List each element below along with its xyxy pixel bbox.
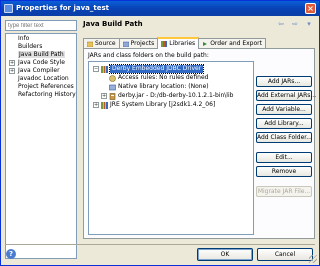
add-class-folder-button[interactable]: Add Class Folder... [256, 132, 312, 143]
add-jars-button[interactable]: Add JARs... [256, 76, 312, 87]
nav-item-label: Java Code Style [18, 59, 65, 66]
nav-item-label: Java Build Path [18, 51, 65, 58]
expand-icon[interactable]: + [101, 93, 107, 99]
ok-button[interactable]: OK [197, 248, 253, 261]
expand-icon[interactable]: + [9, 68, 15, 74]
nav-item-label: Javadoc Location [18, 75, 69, 82]
page-title: Java Build Path [83, 20, 143, 28]
source-folder-icon [87, 41, 93, 47]
nav-item-info[interactable]: Info [6, 35, 76, 43]
nav-item-java-code-style[interactable]: + Java Code Style [6, 59, 76, 67]
cancel-button[interactable]: Cancel [257, 248, 313, 261]
libraries-panel: JARs and class folders on the build path… [83, 48, 316, 239]
nav-item-refactoring-history[interactable]: Refactoring History [6, 91, 76, 99]
library-label: JRE System Library [j2sdk1.4.2_06] [110, 101, 216, 108]
access-rules-icon [109, 74, 116, 82]
remove-button[interactable]: Remove [256, 166, 312, 177]
add-variable-button[interactable]: Add Variable... [256, 104, 312, 115]
jar-icon [109, 92, 116, 100]
order-export-icon [203, 42, 208, 46]
library-icon [101, 101, 108, 109]
window-title: Properties for java_test [16, 4, 109, 12]
add-external-jars-button[interactable]: Add External JARs... [256, 90, 316, 101]
nav-item-java-build-path[interactable]: Java Build Path [6, 51, 76, 59]
dropdown-icon[interactable]: ▾ [303, 20, 315, 29]
expand-icon[interactable]: + [9, 60, 15, 66]
dialog-client-area: Info Builders Java Build Path +Java Code… [1, 16, 319, 265]
eclipse-app-icon [4, 4, 13, 13]
collapse-icon[interactable]: − [93, 66, 99, 72]
add-library-button[interactable]: Add Library... [256, 118, 312, 129]
footer-separator [5, 244, 315, 245]
nav-item-label: Refactoring History [18, 91, 76, 98]
nav-item-label: Info [18, 35, 30, 42]
tab-label: Libraries [169, 40, 196, 47]
nav-item-builders[interactable]: Builders [6, 43, 76, 51]
resize-grip[interactable] [309, 255, 317, 263]
history-buttons: ⇦ ⇨ ▾ [275, 20, 315, 30]
library-label: Derby Embedded JDBC Driver [108, 64, 205, 74]
title-bar[interactable]: Properties for java_test × [1, 1, 319, 16]
edit-button[interactable]: Edit... [256, 152, 312, 163]
nav-item-label: Project References [18, 83, 74, 90]
access-rules-node[interactable]: Access rules: No rules defined [109, 74, 208, 82]
properties-dialog: Properties for java_test × Info Builders… [0, 0, 320, 266]
library-icon [101, 65, 108, 73]
derby-jar-node[interactable]: + derby.jar - D:/db-derby-10.1.2.1-bin\l… [101, 92, 233, 100]
nav-item-label: Java Compiler [18, 67, 60, 74]
tab-libraries[interactable]: Libraries [157, 37, 200, 49]
nav-item-java-compiler[interactable]: + Java Compiler [6, 67, 76, 75]
jar-label: derby.jar - D:/db-derby-10.1.2.1-bin\lib [118, 92, 234, 99]
library-node-derby[interactable]: − Derby Embedded JDBC Driver [93, 64, 205, 74]
page-header: Java Build Path ⇦ ⇨ ▾ [83, 20, 315, 32]
access-rules-label: Access rules: No rules defined [118, 74, 209, 81]
expand-icon[interactable]: + [93, 102, 99, 108]
migrate-jar-button[interactable]: Migrate JAR File... [256, 186, 312, 197]
forward-arrow-icon[interactable]: ⇨ [289, 20, 301, 29]
native-library-label: Native library location: (None) [118, 83, 209, 90]
library-node-jre[interactable]: + JRE System Library [j2sdk1.4.2_06] [93, 101, 215, 109]
nav-item-label: Builders [18, 43, 43, 50]
filter-input[interactable] [5, 20, 77, 31]
property-page-tree: Info Builders Java Build Path + Java Code… [5, 33, 77, 259]
library-tree[interactable]: − Derby Embedded JDBC Driver Access rule… [88, 61, 254, 235]
nav-item-project-references[interactable]: Project References [6, 83, 76, 91]
libraries-label: JARs and class folders on the build path… [88, 52, 209, 59]
libraries-icon [161, 41, 168, 47]
close-button[interactable]: × [305, 3, 316, 14]
help-icon[interactable]: ? [6, 249, 16, 259]
native-library-icon [109, 84, 116, 90]
projects-icon [122, 41, 129, 47]
native-library-node[interactable]: Native library location: (None) [109, 83, 209, 91]
nav-item-javadoc-location[interactable]: Javadoc Location [6, 75, 76, 83]
back-arrow-icon[interactable]: ⇦ [275, 20, 287, 29]
